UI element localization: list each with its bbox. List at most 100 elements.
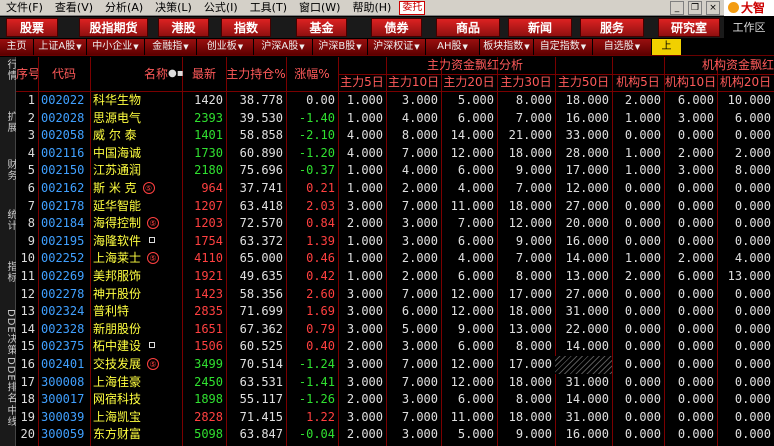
header-i5[interactable]: 机构5日 bbox=[612, 74, 664, 91]
header-i20[interactable]: 机构20日 bbox=[717, 74, 774, 91]
header-m5[interactable]: 主力5日 bbox=[338, 74, 386, 91]
cell-name[interactable]: 东方财富 bbox=[90, 426, 182, 444]
cell-name[interactable]: 中国海诚 bbox=[90, 145, 182, 163]
cell-name[interactable]: 新朋股份 bbox=[90, 321, 182, 339]
cell-code[interactable]: 002269 bbox=[38, 268, 90, 286]
nav-button-5[interactable]: 债券 bbox=[371, 18, 422, 37]
header-change[interactable]: 涨幅% bbox=[286, 57, 338, 91]
cell-code[interactable]: 002328 bbox=[38, 321, 90, 339]
cell-value: -1.41 bbox=[298, 374, 335, 389]
tab-10[interactable]: 自定指数▼ bbox=[534, 39, 593, 55]
header-i10[interactable]: 机构10日 bbox=[664, 74, 717, 91]
tab-2[interactable]: 中小企业▼ bbox=[87, 39, 145, 55]
tab-0[interactable]: 主页 bbox=[0, 39, 34, 55]
cell-name[interactable]: 海得控制 ⑤ bbox=[90, 215, 182, 233]
header-latest[interactable]: 最新 bbox=[182, 57, 226, 91]
header-m10[interactable]: 主力10日 bbox=[386, 74, 441, 91]
menu-item[interactable]: 公式(I) bbox=[198, 0, 244, 16]
cell-name[interactable]: 柘中建设 bbox=[90, 338, 182, 356]
cell-name[interactable]: 普利特 bbox=[90, 303, 182, 321]
nav-button-8[interactable]: 服务 bbox=[580, 18, 644, 37]
cell-code[interactable]: 002375 bbox=[38, 338, 90, 356]
cell-code[interactable]: 300039 bbox=[38, 409, 90, 427]
menu-item[interactable]: 决策(L) bbox=[149, 0, 198, 16]
menu-item[interactable]: 文件(F) bbox=[0, 0, 49, 16]
cell-name[interactable]: 延华智能 bbox=[90, 198, 182, 216]
cell-code[interactable]: 002184 bbox=[38, 215, 90, 233]
tab-12[interactable]: 上 bbox=[652, 39, 682, 55]
cell-name[interactable]: 威 尔 泰 bbox=[90, 127, 182, 145]
nav-button-4[interactable]: 基金 bbox=[296, 18, 347, 37]
tab-3[interactable]: 金融指▼ bbox=[145, 39, 197, 55]
cell-code[interactable]: 002022 bbox=[38, 92, 90, 110]
cell-code[interactable]: 002401 bbox=[38, 356, 90, 374]
nav-button-6[interactable]: 商品 bbox=[436, 18, 500, 37]
nav-button-3[interactable]: 指数 bbox=[221, 18, 271, 37]
tab-4[interactable]: 创业板▼ bbox=[197, 39, 254, 55]
cell-code[interactable]: 300059 bbox=[38, 426, 90, 444]
cell-code[interactable]: 002324 bbox=[38, 303, 90, 321]
cell-value: 8 bbox=[27, 216, 35, 231]
cell-name[interactable]: 网宿科技 bbox=[90, 391, 182, 409]
sidebar-tab-6[interactable]: DDE排名 bbox=[0, 357, 16, 404]
header-seq[interactable]: 序号 bbox=[16, 57, 38, 91]
cell-value: 江苏通润 bbox=[93, 163, 142, 178]
cell-name[interactable]: 神开股份 bbox=[90, 286, 182, 304]
cell-code[interactable]: 002116 bbox=[38, 145, 90, 163]
cell-code[interactable]: 002058 bbox=[38, 127, 90, 145]
tab-7[interactable]: 沪深权证▼ bbox=[368, 39, 426, 55]
nav-button-0[interactable]: 股票 bbox=[6, 18, 58, 37]
nav-button-7[interactable]: 新闻 bbox=[508, 18, 572, 37]
header-main_pct[interactable]: 主力持仓% bbox=[226, 57, 286, 91]
cell-name[interactable]: 科华生物 bbox=[90, 92, 182, 110]
header-m30[interactable]: 主力30日 bbox=[497, 74, 555, 91]
header-code[interactable]: 代码 bbox=[38, 57, 90, 91]
cell-name[interactable]: 上海莱士 ⑤ bbox=[90, 250, 182, 268]
tab-1[interactable]: 上证A股▼ bbox=[34, 39, 87, 55]
cell-code[interactable]: 002252 bbox=[38, 250, 90, 268]
cell-code[interactable]: 002195 bbox=[38, 233, 90, 251]
cell-code[interactable]: 002150 bbox=[38, 162, 90, 180]
header-m50[interactable]: 主力50日 bbox=[555, 74, 612, 91]
menu-item[interactable]: 分析(A) bbox=[99, 0, 149, 16]
menu-item[interactable]: 工具(T) bbox=[244, 0, 293, 16]
cell-code[interactable]: 002028 bbox=[38, 110, 90, 128]
cell-name[interactable]: 交技发展 ⑤ bbox=[90, 356, 182, 374]
entrust-button[interactable]: 委托 bbox=[399, 0, 426, 15]
cell-code[interactable]: 300008 bbox=[38, 374, 90, 392]
nav-button-9[interactable]: 研究室 bbox=[658, 18, 720, 37]
tab-5[interactable]: 沪深A股▼ bbox=[254, 39, 313, 55]
sidebar-tab-5[interactable]: DDE决策 bbox=[0, 309, 16, 356]
sidebar-tab-4[interactable]: 指标 bbox=[0, 261, 16, 283]
cell-name[interactable]: 思源电气 bbox=[90, 110, 182, 128]
nav-button-1[interactable]: 股指期货 bbox=[79, 18, 148, 37]
tab-8[interactable]: AH股▼ bbox=[426, 39, 480, 55]
sidebar-tab-2[interactable]: 财务 bbox=[0, 159, 16, 181]
tab-6[interactable]: 沪深B股▼ bbox=[313, 39, 368, 55]
cell-code[interactable]: 002162 bbox=[38, 180, 90, 198]
nav-button-2[interactable]: 港股 bbox=[158, 18, 209, 37]
cell-name[interactable]: 江苏通润 bbox=[90, 162, 182, 180]
tab-9[interactable]: 板块指数▼ bbox=[480, 39, 534, 55]
cell-name[interactable]: 上海佳豪 bbox=[90, 374, 182, 392]
header-m20[interactable]: 主力20日 bbox=[441, 74, 497, 91]
cell-m50: 31.000 bbox=[555, 409, 612, 427]
sidebar-tab-0[interactable]: 行情 bbox=[0, 59, 16, 81]
sidebar-tab-7[interactable]: 中线 bbox=[0, 405, 16, 427]
cell-name[interactable]: 上海凯宝 bbox=[90, 409, 182, 427]
sidebar-tab-3[interactable]: 统计 bbox=[0, 209, 16, 231]
menu-item[interactable]: 窗口(W) bbox=[293, 0, 346, 16]
restore-icon[interactable]: ❐ bbox=[688, 1, 702, 15]
sidebar-tab-1[interactable]: 扩展 bbox=[0, 111, 16, 133]
cell-name[interactable]: 海隆软件 bbox=[90, 233, 182, 251]
cell-name[interactable]: 斯 米 克 ⑤ bbox=[90, 180, 182, 198]
tab-11[interactable]: 自选股▼ bbox=[593, 39, 652, 55]
menu-item[interactable]: 帮助(H) bbox=[346, 0, 397, 16]
close-icon[interactable]: × bbox=[706, 1, 720, 15]
cell-name[interactable]: 美邦服饰 bbox=[90, 268, 182, 286]
menu-item[interactable]: 查看(V) bbox=[49, 0, 99, 16]
minimize-icon[interactable]: _ bbox=[670, 1, 684, 15]
cell-code[interactable]: 002178 bbox=[38, 198, 90, 216]
cell-code[interactable]: 300017 bbox=[38, 391, 90, 409]
cell-code[interactable]: 002278 bbox=[38, 286, 90, 304]
